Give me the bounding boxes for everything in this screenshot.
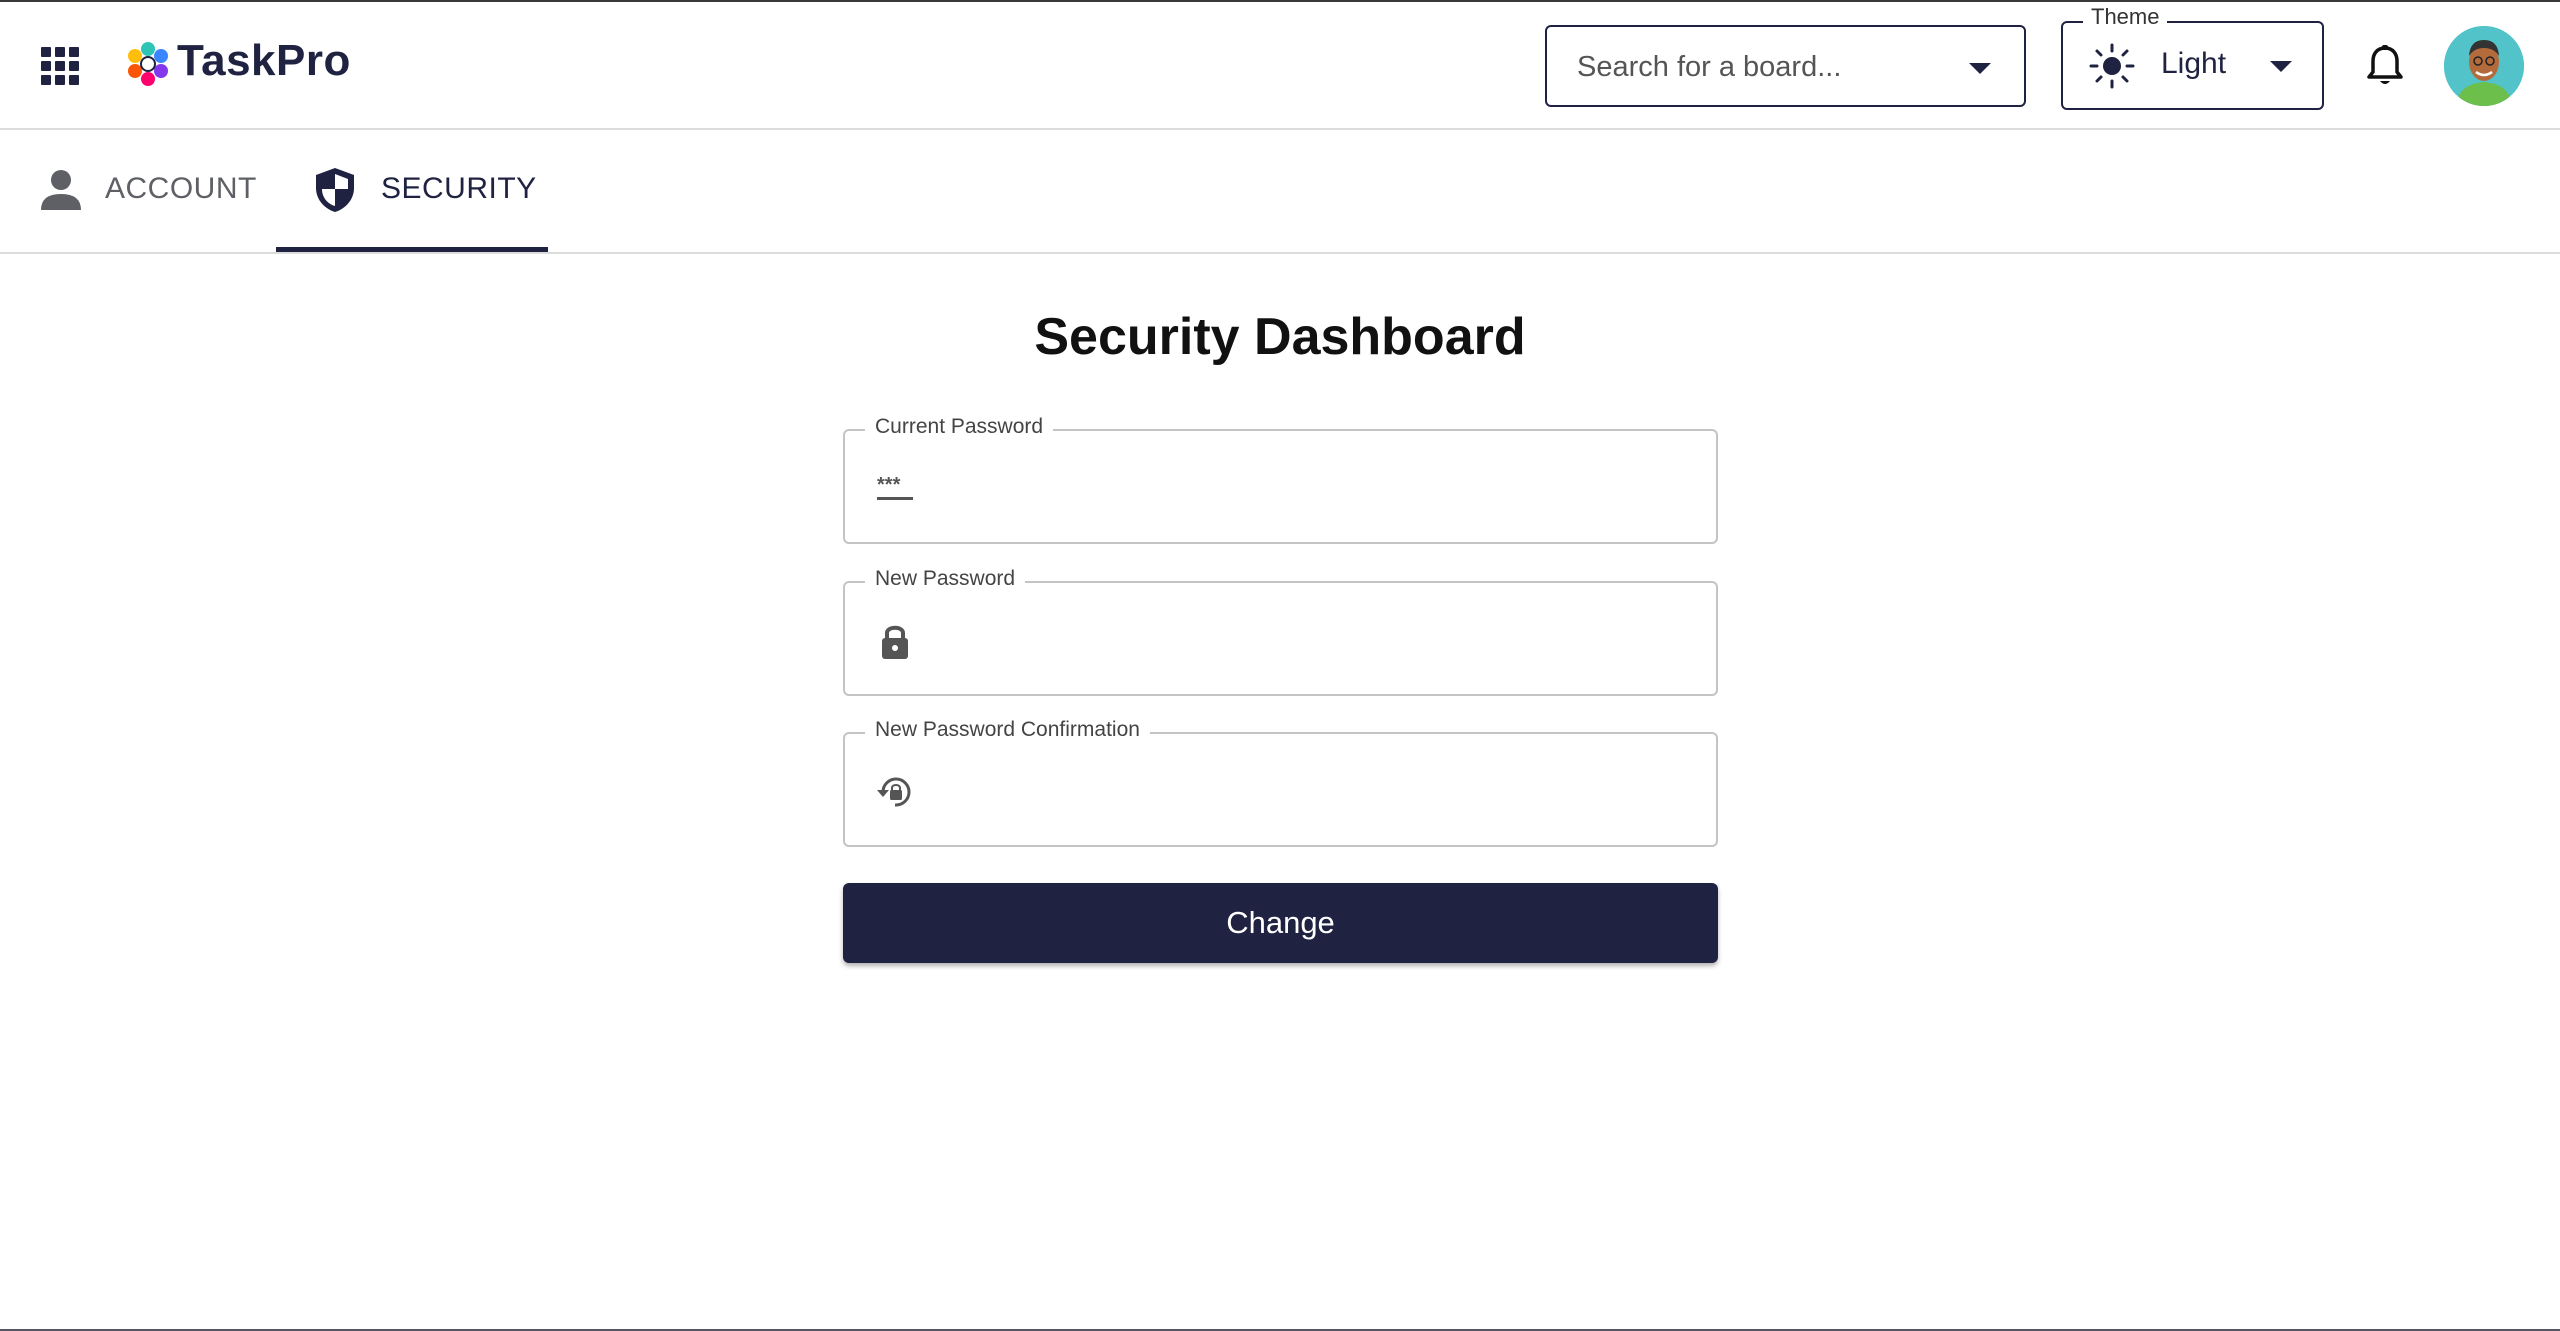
tab-security[interactable]: SECURITY — [276, 132, 548, 252]
new-password-confirmation-field[interactable]: New Password Confirmation — [843, 718, 1718, 847]
lock-icon — [882, 625, 908, 659]
shield-icon — [316, 168, 354, 212]
board-search-placeholder: Search for a board... — [1577, 51, 1842, 83]
person-icon — [41, 170, 81, 210]
notification-bell-icon[interactable] — [2366, 44, 2404, 88]
page-title: Security Dashboard — [1034, 308, 1526, 366]
page: TaskPro Search for a board... Light Them… — [0, 0, 2560, 1331]
sun-icon — [2089, 43, 2135, 89]
theme-value: Light — [2161, 47, 2227, 80]
app-logo-text[interactable]: TaskPro — [177, 36, 351, 86]
current-password-input[interactable] — [935, 451, 1695, 523]
new-password-input[interactable] — [935, 603, 1695, 675]
tab-security-label: SECURITY — [381, 172, 537, 205]
chevron-down-icon[interactable] — [2270, 61, 2292, 72]
new-password-label: New Password — [865, 567, 1026, 591]
password-icon: *** — [877, 474, 913, 500]
top-bar: TaskPro Search for a board... Light Them… — [0, 2, 2560, 130]
new-password-field[interactable]: New Password — [843, 567, 1718, 696]
user-avatar[interactable] — [2444, 26, 2524, 106]
lock-reset-icon — [877, 777, 911, 807]
chevron-down-icon[interactable] — [1969, 63, 1991, 74]
avatar-image — [2444, 26, 2524, 106]
theme-select[interactable]: Light — [2061, 21, 2324, 110]
tab-account[interactable]: ACCOUNT — [0, 132, 274, 252]
current-password-field[interactable]: Current Password *** — [843, 415, 1718, 544]
apps-grid-icon[interactable] — [41, 47, 79, 85]
settings-tabs: ACCOUNT SECURITY — [0, 132, 2560, 254]
current-password-label: Current Password — [865, 415, 1054, 439]
tab-account-label: ACCOUNT — [105, 172, 257, 205]
new-password-confirmation-label: New Password Confirmation — [865, 718, 1150, 742]
logo-icon — [128, 42, 168, 86]
change-password-button[interactable]: Change — [843, 883, 1718, 963]
board-search-select[interactable]: Search for a board... — [1545, 25, 2026, 107]
new-password-confirmation-input[interactable] — [935, 754, 1695, 826]
theme-label: Theme — [2083, 4, 2168, 30]
svg-text:***: *** — [877, 474, 901, 496]
